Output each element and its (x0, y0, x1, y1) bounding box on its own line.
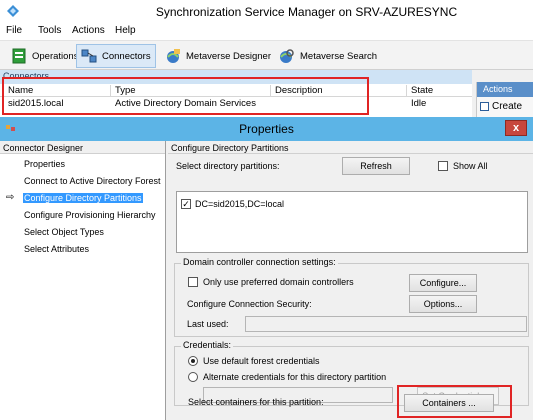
actions-panel: Actions Create (476, 82, 533, 122)
preferred-dc-label: Only use preferred domain controllers (203, 277, 354, 287)
partition-list: ✓ DC=sid2015,DC=local (176, 191, 528, 253)
connector-designer-pane: Connector Designer Properties Connect to… (0, 141, 166, 420)
operations-icon (12, 48, 26, 64)
menu-tools[interactable]: Tools (38, 25, 61, 36)
metaverse-search-button[interactable]: Metaverse Search (274, 44, 382, 68)
configure-partitions-pane: Configure Directory Partitions Select di… (168, 141, 533, 420)
close-button[interactable]: x (505, 120, 527, 136)
connectors-label: Connectors (102, 50, 151, 62)
connectors-icon (81, 49, 97, 63)
select-partitions-label: Select directory partitions: (176, 161, 280, 171)
connection-security-label: Configure Connection Security: (187, 299, 312, 309)
toolbar: Operations Connectors Metaverse Designer… (0, 40, 533, 70)
main-window-title: Synchronization Service Manager on SRV-A… (155, 5, 458, 19)
partition-label: DC=sid2015,DC=local (195, 199, 285, 209)
menu-file[interactable]: File (6, 25, 22, 36)
configure-partitions-header: Configure Directory Partitions (168, 141, 533, 154)
properties-dialog: Properties x Connector Designer Properti… (0, 117, 533, 420)
alternate-credentials-label: Alternate credentials for this directory… (203, 372, 387, 382)
operations-label: Operations (32, 50, 79, 62)
connectors-button[interactable]: Connectors (76, 44, 156, 68)
metaverse-search-icon (280, 49, 294, 63)
default-credentials-radio[interactable] (188, 356, 198, 366)
highlight-connector-row (2, 77, 369, 115)
dc-settings-title: Domain controller connection settings: (181, 257, 338, 267)
metaverse-search-label: Metaverse Search (300, 50, 378, 62)
operations-button[interactable]: Operations (6, 44, 83, 68)
last-used-label: Last used: (187, 319, 229, 329)
show-all-checkbox[interactable] (438, 161, 448, 171)
main-title-bar: Synchronization Service Manager on SRV-A… (0, 0, 533, 22)
dialog-title: Properties (239, 122, 294, 136)
arrow-right-icon: ⇨ (6, 192, 15, 203)
column-state[interactable]: State (411, 85, 433, 96)
last-used-field (245, 316, 527, 332)
partition-checkbox[interactable]: ✓ (181, 199, 191, 209)
menu-actions[interactable]: Actions (72, 25, 105, 36)
dialog-title-bar: Properties x (0, 117, 533, 141)
options-button[interactable]: Options... (409, 295, 477, 313)
create-action[interactable]: Create (477, 101, 522, 112)
nav-item-provisioning-hierarchy[interactable]: Configure Provisioning Hierarchy (23, 210, 157, 220)
create-icon (480, 102, 489, 111)
preferred-dc-checkbox[interactable] (188, 277, 198, 287)
menu-bar: File Tools Actions Help (0, 22, 533, 40)
cell-state: Idle (411, 98, 427, 109)
menu-help[interactable]: Help (115, 25, 136, 36)
metaverse-designer-label: Metaverse Designer (186, 50, 272, 62)
configure-button[interactable]: Configure... (409, 274, 477, 292)
show-all-label: Show All (453, 161, 488, 171)
select-containers-label: Select containers for this partition: (188, 397, 324, 407)
nav-item-properties[interactable]: Properties (23, 159, 66, 169)
nav-item-configure-partitions[interactable]: Configure Directory Partitions (23, 193, 143, 203)
refresh-button[interactable]: Refresh (342, 157, 410, 175)
nav-item-attributes[interactable]: Select Attributes (23, 244, 90, 254)
metaverse-designer-button[interactable]: Metaverse Designer (160, 44, 276, 68)
default-credentials-label: Use default forest credentials (203, 356, 320, 366)
highlight-containers-button (397, 385, 512, 418)
dc-settings-group: Domain controller connection settings: O… (174, 257, 529, 337)
connector-designer-header: Connector Designer (0, 141, 165, 154)
metaverse-designer-icon (167, 49, 180, 63)
nav-item-object-types[interactable]: Select Object Types (23, 227, 105, 237)
actions-header: Actions (477, 82, 533, 97)
create-action-label: Create (492, 101, 523, 112)
alternate-credentials-radio[interactable] (188, 372, 198, 382)
credentials-title: Credentials: (181, 340, 234, 350)
nav-item-connect-forest[interactable]: Connect to Active Directory Forest (23, 176, 162, 186)
